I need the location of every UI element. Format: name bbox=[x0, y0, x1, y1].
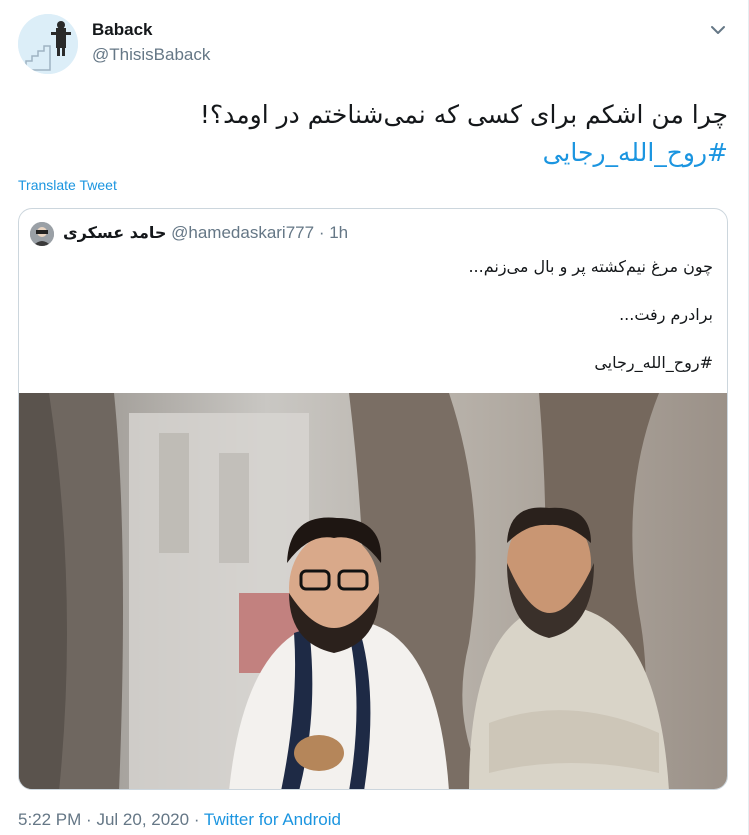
quoted-avatar[interactable] bbox=[30, 222, 54, 246]
tweet-text: چرا من اشکم برای کسی که نمی‌شناختم در او… bbox=[28, 96, 728, 172]
quoted-gap bbox=[53, 279, 713, 303]
quoted-line-1: چون مرغ نیم‌کشته پر و بال می‌زنم... bbox=[468, 257, 713, 276]
translate-tweet-link[interactable]: Translate Tweet bbox=[18, 177, 117, 193]
quoted-separator: · bbox=[318, 223, 325, 242]
chevron-down-icon[interactable] bbox=[706, 18, 730, 42]
footer-separator: · bbox=[86, 810, 92, 829]
tweet-source-link[interactable]: Twitter for Android bbox=[204, 810, 341, 829]
quoted-hashtag: #روح_الله_رجایی bbox=[594, 353, 713, 372]
footer-separator: · bbox=[193, 810, 200, 829]
user-handle[interactable]: @ThisisBaback bbox=[92, 45, 210, 65]
quoted-line-2: برادرم رفت... bbox=[619, 305, 713, 324]
quoted-text: چون مرغ نیم‌کشته پر و بال می‌زنم... براد… bbox=[53, 255, 713, 375]
avatar[interactable] bbox=[18, 14, 78, 74]
quoted-handle[interactable]: @hamedaskari777 bbox=[171, 223, 314, 242]
quoted-time[interactable]: 1h bbox=[329, 223, 348, 242]
quoted-header: حامد عسکری @hamedaskari777 · 1h bbox=[63, 223, 348, 243]
hashtag-link[interactable]: #روح_الله_رجایی bbox=[28, 134, 728, 172]
tweet-date[interactable]: Jul 20, 2020 bbox=[96, 810, 189, 829]
quoted-display-name[interactable]: حامد عسکری bbox=[63, 223, 166, 242]
tweet-footer: 5:22 PM · Jul 20, 2020 · Twitter for And… bbox=[18, 810, 341, 830]
tweet-time[interactable]: 5:22 PM bbox=[18, 810, 81, 829]
quoted-gap bbox=[53, 327, 713, 351]
tweet-card: Baback @ThisisBaback چرا من اشکم برای کس… bbox=[0, 0, 749, 835]
tweet-body: چرا من اشکم برای کسی که نمی‌شناختم در او… bbox=[199, 100, 728, 129]
quoted-photo[interactable] bbox=[19, 393, 727, 789]
display-name[interactable]: Baback bbox=[92, 20, 152, 40]
quoted-tweet[interactable]: حامد عسکری @hamedaskari777 · 1h چون مرغ … bbox=[18, 208, 728, 790]
